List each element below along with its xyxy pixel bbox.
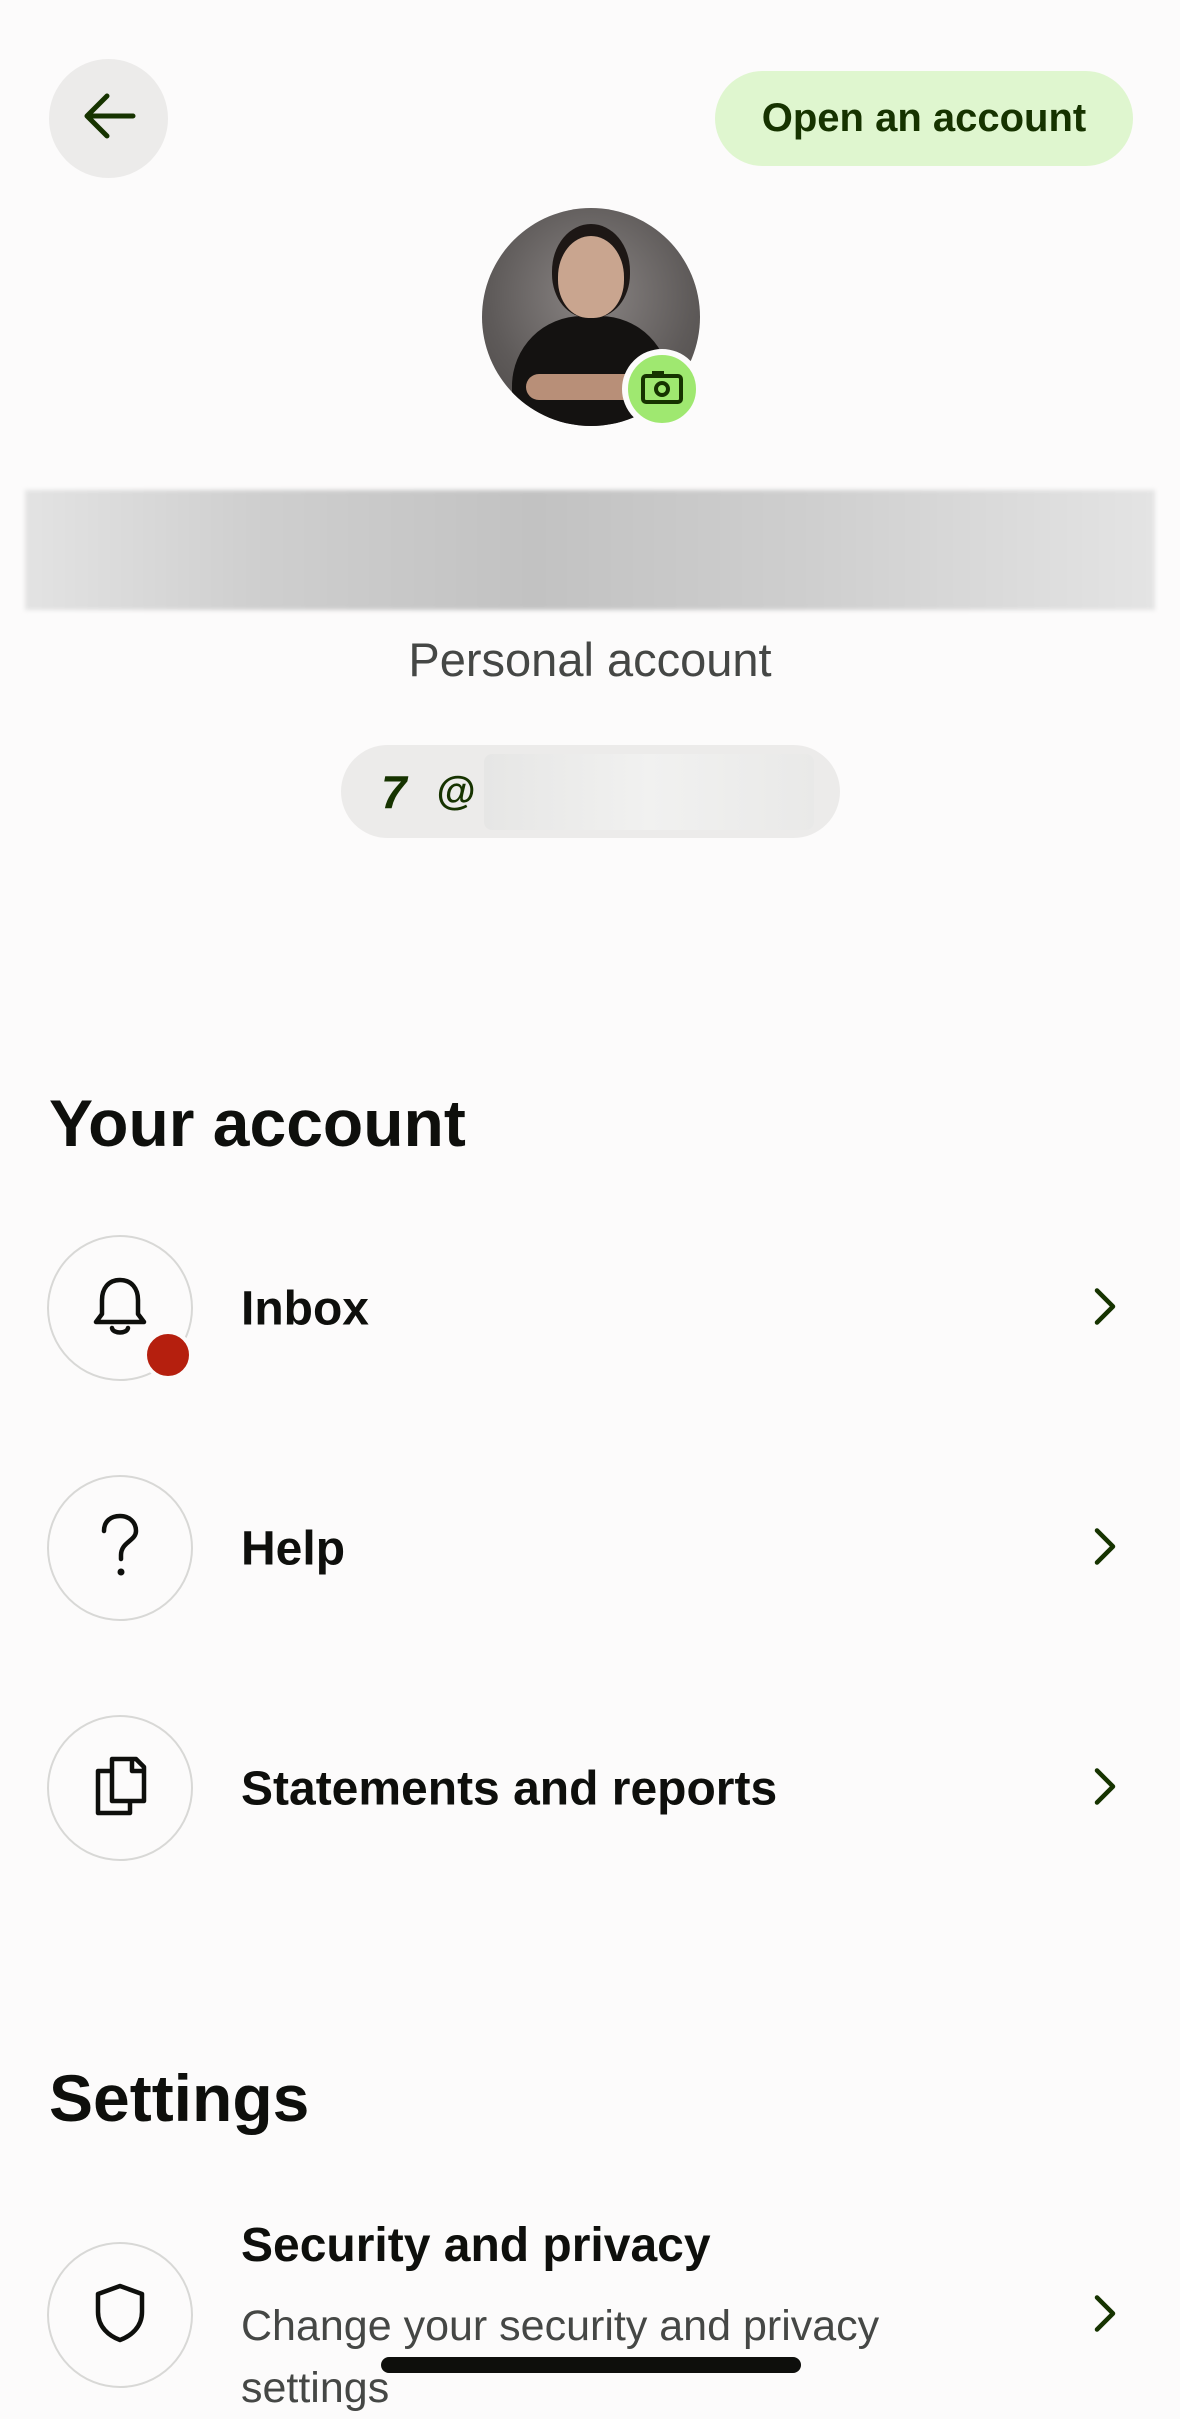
- handle-at-symbol: @: [436, 769, 476, 813]
- shield-icon: [93, 2282, 147, 2349]
- handle-redacted: [483, 753, 814, 830]
- open-account-button[interactable]: Open an account: [715, 71, 1133, 166]
- chevron-right-icon: [1093, 2294, 1119, 2339]
- statements-icon-circle: [47, 1715, 193, 1861]
- home-indicator: [381, 2357, 801, 2373]
- security-icon-circle: [47, 2242, 193, 2388]
- wisetag-handle[interactable]: 7 @: [341, 745, 840, 838]
- security-privacy-label: Security and privacy: [241, 2219, 711, 2272]
- your-account-heading: Your account: [49, 1086, 466, 1160]
- back-button[interactable]: [49, 59, 168, 178]
- help-row[interactable]: Help: [0, 1475, 1180, 1623]
- bell-icon: [90, 1274, 150, 1343]
- wise-logo-icon: 7: [381, 765, 407, 818]
- account-name-redacted: [25, 490, 1155, 610]
- camera-icon: [640, 369, 684, 410]
- chevron-right-icon: [1093, 1287, 1119, 1332]
- settings-heading: Settings: [49, 2061, 310, 2135]
- inbox-label: Inbox: [241, 1282, 369, 1336]
- help-label: Help: [241, 1522, 346, 1576]
- question-icon: [98, 1513, 142, 1584]
- notification-dot: [143, 1330, 193, 1380]
- statements-label: Statements and reports: [241, 1762, 778, 1816]
- statements-row[interactable]: Statements and reports: [0, 1715, 1180, 1863]
- change-photo-button[interactable]: [622, 349, 702, 429]
- help-icon-circle: [47, 1475, 193, 1621]
- chevron-right-icon: [1093, 1767, 1119, 1812]
- account-type-label: Personal account: [408, 633, 772, 686]
- chevron-right-icon: [1093, 1527, 1119, 1572]
- documents-icon: [92, 1755, 148, 1822]
- arrow-left-icon: [81, 92, 137, 145]
